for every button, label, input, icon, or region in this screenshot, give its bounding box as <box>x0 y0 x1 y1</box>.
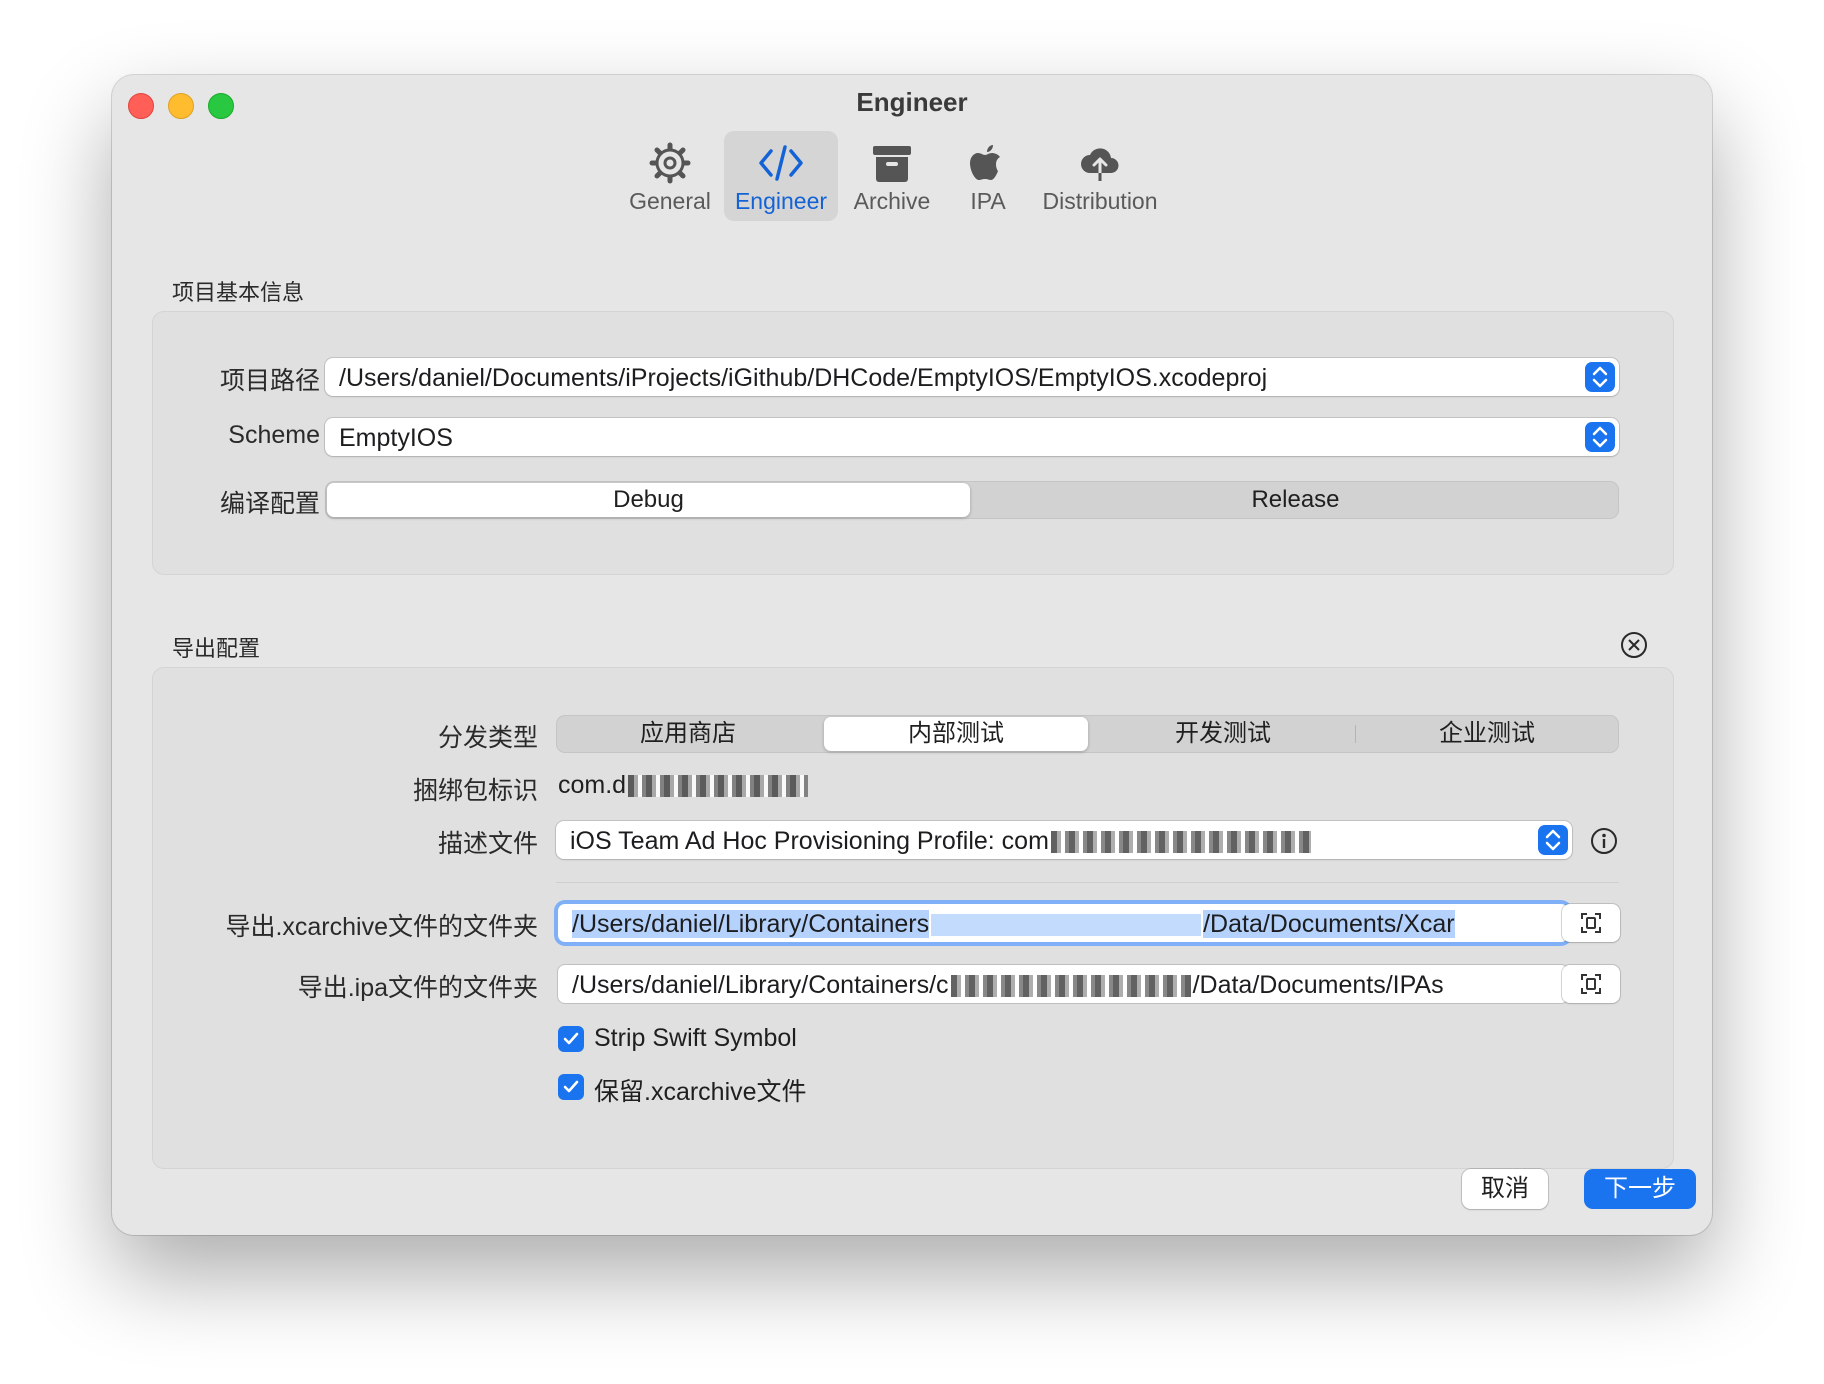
distribution-type-label: 分发类型 <box>437 724 538 752</box>
strip-swift-symbol-label: Strip Swift Symbol <box>594 1024 797 1052</box>
tab-general[interactable]: General <box>620 131 720 221</box>
segment-internal-test[interactable]: 内部测试 <box>824 717 1088 751</box>
bundle-id-value: com.d <box>558 771 627 799</box>
profile-label: 描述文件 <box>437 830 538 858</box>
cloud-upload-icon <box>1081 148 1119 181</box>
profile-value: iOS Team Ad Hoc Provisioning Profile: co… <box>570 827 1049 855</box>
tab-distribution-label: Distribution <box>1042 188 1158 214</box>
popup-chevrons-icon <box>1538 825 1568 855</box>
archive-box-icon <box>873 146 911 182</box>
redacted-blur <box>950 975 1191 998</box>
cancel-button[interactable]: 取消 <box>1462 1169 1548 1209</box>
project-path-popup[interactable]: /Users/daniel/Documents/iProjects/iGithu… <box>325 358 1619 396</box>
xcarchive-folder-field[interactable]: /Users/daniel/Library/Containers/Data/Do… <box>558 904 1568 942</box>
tab-engineer[interactable]: Engineer <box>724 131 838 221</box>
bundle-id-label: 捆绑包标识 <box>412 777 538 805</box>
tab-archive[interactable]: Archive <box>842 131 942 221</box>
project-path-value: /Users/daniel/Documents/iProjects/iGithu… <box>339 364 1268 392</box>
build-config-segmented: Debug Release <box>325 481 1619 519</box>
segment-release[interactable]: Release <box>974 483 1617 517</box>
scheme-label: Scheme <box>228 421 320 449</box>
scheme-value: EmptyIOS <box>339 424 453 452</box>
segment-dev-test[interactable]: 开发测试 <box>1092 717 1354 751</box>
tab-ipa-label: IPA <box>970 188 1006 214</box>
build-config-label: 编译配置 <box>219 490 320 518</box>
xcarchive-folder-value: /Users/daniel/Library/Containers/Data/Do… <box>572 910 1558 939</box>
tab-general-label: General <box>629 188 711 214</box>
tab-archive-label: Archive <box>853 188 931 214</box>
window: Engineer General Engineer Archive IPA Di… <box>112 75 1712 1235</box>
segment-divider <box>1355 725 1356 743</box>
redacted-blur <box>1050 831 1311 854</box>
export-config-title: 导出配置 <box>172 636 261 661</box>
window-title: Engineer <box>856 87 968 117</box>
separator <box>556 882 1619 883</box>
ipa-folder-prefix: /Users/daniel/Library/Containers/c <box>572 971 949 999</box>
project-info-title: 项目基本信息 <box>172 280 305 305</box>
choose-xcarchive-folder-button[interactable] <box>1562 904 1620 942</box>
popup-chevrons-icon <box>1585 362 1615 392</box>
segment-app-store[interactable]: 应用商店 <box>558 717 818 751</box>
folder-picker-icon <box>1581 913 1601 933</box>
checkmark-icon <box>563 1032 579 1045</box>
tab-ipa[interactable]: IPA <box>948 131 1028 221</box>
tab-distribution[interactable]: Distribution <box>1032 131 1168 221</box>
gear-icon <box>649 142 691 184</box>
bundle-id-value-row: com.d <box>558 771 810 800</box>
project-path-label: 项目路径 <box>219 367 320 395</box>
ipa-folder-value: /Users/daniel/Library/Containers/c/Data/… <box>572 971 1558 1000</box>
toolbar: General Engineer Archive IPA Distributio… <box>112 131 1712 231</box>
ipa-folder-suffix: /Data/Documents/IPAs <box>1192 971 1444 999</box>
info-icon[interactable] <box>1590 827 1618 855</box>
choose-ipa-folder-button[interactable] <box>1562 965 1620 1003</box>
distribution-type-segmented: 应用商店 内部测试 开发测试 企业测试 <box>556 715 1619 753</box>
code-icon <box>759 145 803 181</box>
profile-popup[interactable]: iOS Team Ad Hoc Provisioning Profile: co… <box>556 821 1572 859</box>
scheme-popup[interactable]: EmptyIOS <box>325 418 1619 456</box>
popup-chevrons-icon <box>1585 422 1615 452</box>
segment-enterprise-test[interactable]: 企业测试 <box>1357 717 1617 751</box>
checkmark-icon <box>563 1080 579 1093</box>
next-step-button[interactable]: 下一步 <box>1584 1169 1696 1209</box>
folder-picker-icon <box>1581 974 1601 994</box>
keep-xcarchive-checkbox[interactable] <box>558 1074 584 1100</box>
ipa-folder-label: 导出.ipa文件的文件夹 <box>297 974 538 1002</box>
remove-section-icon[interactable] <box>1620 631 1648 659</box>
keep-xcarchive-label: 保留.xcarchive文件 <box>594 1078 807 1106</box>
apple-icon <box>970 145 1000 180</box>
xcarchive-folder-suffix: /Data/Documents/Xcar <box>1203 910 1455 938</box>
ipa-folder-field[interactable]: /Users/daniel/Library/Containers/c/Data/… <box>558 965 1568 1003</box>
redacted-blur <box>931 914 1202 937</box>
tab-engineer-label: Engineer <box>734 188 828 214</box>
strip-swift-symbol-checkbox[interactable] <box>558 1026 584 1052</box>
xcarchive-folder-label: 导出.xcarchive文件的文件夹 <box>225 913 538 941</box>
redacted-blur <box>628 775 809 798</box>
segment-debug[interactable]: Debug <box>327 483 970 517</box>
profile-value-row: iOS Team Ad Hoc Provisioning Profile: co… <box>570 827 1526 856</box>
xcarchive-folder-prefix: /Users/daniel/Library/Containers <box>572 910 930 938</box>
